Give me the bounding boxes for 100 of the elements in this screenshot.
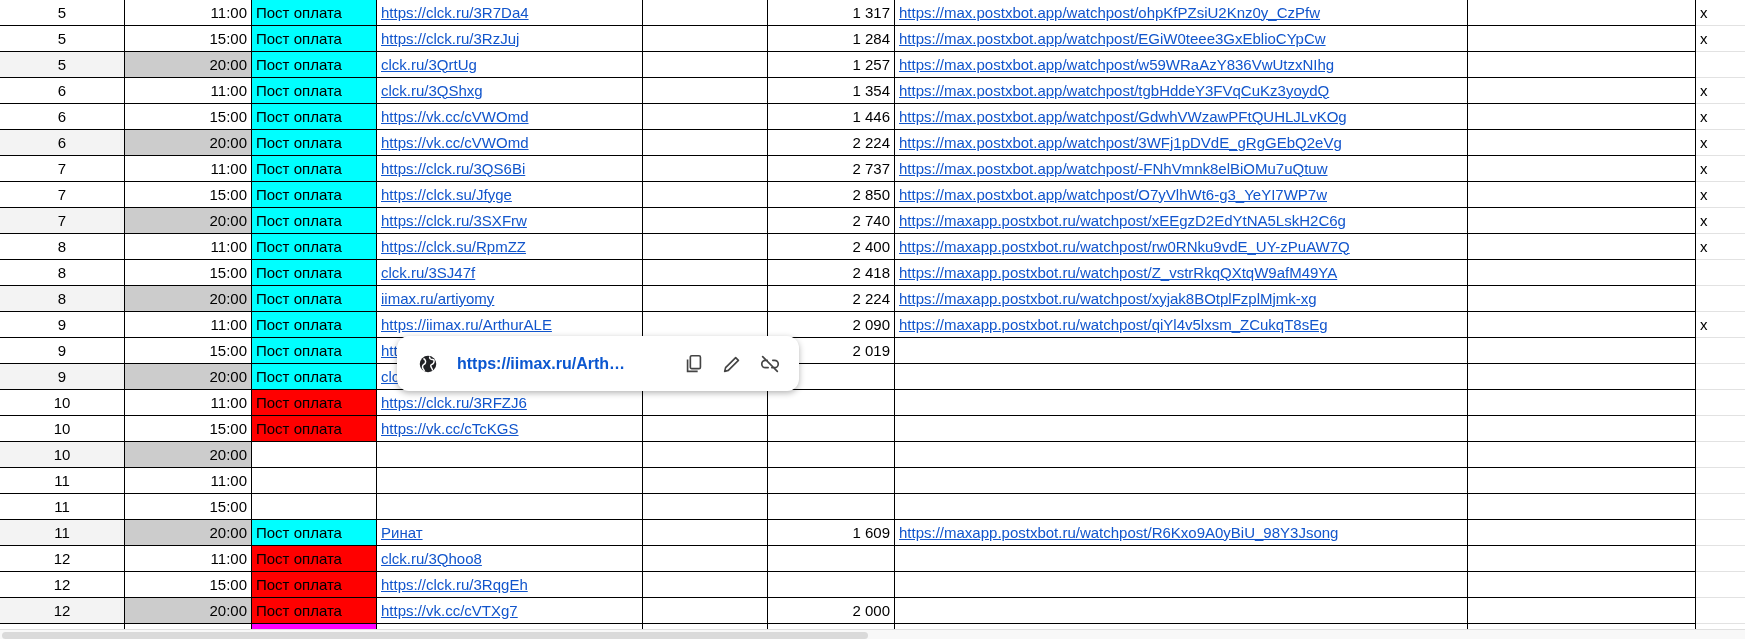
link[interactable]: https://max.postxbot.app/watchpost/tgbHddeY3FVqCuKz3yoydQ — [899, 78, 1330, 103]
status-cell: Пост оплата — [252, 312, 377, 338]
table-cell: 10 — [0, 442, 125, 468]
table-cell: 10 — [0, 390, 125, 416]
status-cell: Пост оплата — [252, 286, 377, 312]
table-cell: x — [1696, 104, 1745, 130]
table-cell: 2 737 — [768, 156, 895, 182]
link[interactable]: https://maxapp.postxbot.ru/watchpost/xyjak8BOtplFzplMjmk-xg — [899, 286, 1317, 311]
link[interactable]: clck.ru/3QrtUg — [381, 52, 477, 77]
horizontal-scrollbar[interactable] — [0, 629, 1745, 639]
table-cell: x — [1696, 208, 1745, 234]
link[interactable]: https://maxapp.postxbot.ru/watchpost/rw0RNku9vdE_UY-zPuAW7Q — [899, 234, 1350, 259]
link[interactable]: clck.ru/3QShxg — [381, 78, 483, 103]
table-cell: x — [1696, 0, 1745, 26]
table-cell: 20:00 — [125, 442, 252, 468]
link[interactable]: https://vk.cc/cVWOmd — [381, 104, 529, 129]
status-cell: Пост оплата — [252, 598, 377, 624]
table-cell: 1 284 — [768, 26, 895, 52]
table-cell: 6 — [0, 130, 125, 156]
table-cell: 2 850 — [768, 182, 895, 208]
table-cell: 20:00 — [125, 286, 252, 312]
link[interactable]: clc — [381, 364, 400, 389]
link[interactable]: https://clck.ru/3R7Da4 — [381, 0, 529, 25]
table-cell: 20:00 — [125, 598, 252, 624]
link[interactable]: https://vk.cc/cVTXg7 — [381, 598, 518, 623]
link[interactable]: https://max.postxbot.app/watchpost/w59WRaAzY836VwUtzxNIhg — [899, 52, 1335, 77]
table-cell: x — [1696, 130, 1745, 156]
table-cell: x — [1696, 234, 1745, 260]
link[interactable]: https://maxapp.postxbot.ru/watchpost/xEEgzD2EdYtNA5LskH2C6g — [899, 208, 1346, 233]
link[interactable]: https://max.postxbot.app/watchpost/ohpKfPZsiU2Knz0y_CzPfw — [899, 0, 1321, 25]
table-cell: 1 317 — [768, 0, 895, 26]
link[interactable]: https://clck.ru/3RFZJ6 — [381, 390, 527, 415]
link[interactable]: https://clck.ru/3RzJuj — [381, 26, 520, 51]
link[interactable]: https://max.postxbot.app/watchpost/O7yVlhWt6-g3_YeYI7WP7w — [899, 182, 1327, 207]
table-cell: 9 — [0, 312, 125, 338]
table-cell: 1 609 — [768, 520, 895, 546]
link[interactable]: https://clck.ru/3SXFrw — [381, 208, 527, 233]
table-cell: 5 — [0, 0, 125, 26]
link[interactable]: iimax.ru/artiyomy — [381, 286, 495, 311]
link[interactable]: Ринат — [381, 520, 423, 545]
status-cell: Пост оплата — [252, 156, 377, 182]
link[interactable]: https://max.postxbot.app/watchpost/-FNhVmnk8elBiOMu7uQtuw — [899, 156, 1328, 181]
table-cell: 7 — [0, 156, 125, 182]
status-cell: Пост оплата — [252, 130, 377, 156]
table-cell: 1 257 — [768, 52, 895, 78]
table-cell: x — [1696, 312, 1745, 338]
table-cell: x — [1696, 26, 1745, 52]
link[interactable]: https://max.postxbot.app/watchpost/GdwhVWzawPFtQUHLJLvKOg — [899, 104, 1347, 129]
link[interactable]: https://iimax.ru/ArthurALE — [381, 312, 552, 337]
status-cell: Пост оплата — [252, 416, 377, 442]
link[interactable]: https://maxapp.postxbot.ru/watchpost/Z_vstrRkqQXtqW9afM49YA — [899, 260, 1338, 285]
table-cell: 8 — [0, 286, 125, 312]
link[interactable]: clck.ru/3Qhoo8 — [381, 546, 482, 571]
table-cell: 2 000 — [768, 598, 895, 624]
link[interactable]: https://clck.su/RpmZZ — [381, 234, 527, 259]
popup-link[interactable]: https://iimax.ru/Arth… — [457, 354, 625, 373]
status-cell: Пост оплата — [252, 182, 377, 208]
link[interactable]: clck.ru/3SJ47f — [381, 260, 476, 285]
link[interactable]: https://vk.cc/cVWOmd — [381, 130, 529, 155]
link[interactable]: https://clck.su/Jfyge — [381, 182, 512, 207]
table-cell: x — [1696, 156, 1745, 182]
table-cell: 7 — [0, 208, 125, 234]
link[interactable]: https://max.postxbot.app/watchpost/EGiW0teee3GxEblioCYpCw — [899, 26, 1326, 51]
table-cell: 11 — [0, 468, 125, 494]
status-cell: Пост оплата — [252, 234, 377, 260]
status-cell: Пост оплата — [252, 390, 377, 416]
table-cell: 20:00 — [125, 364, 252, 390]
table-cell: 2 418 — [768, 260, 895, 286]
table-cell: 2 224 — [768, 130, 895, 156]
status-cell: Пост оплата — [252, 520, 377, 546]
link[interactable]: https://clck.ru/3RqgEh — [381, 572, 528, 597]
table-cell: 9 — [0, 364, 125, 390]
table-cell: 1 446 — [768, 104, 895, 130]
link[interactable]: https://clck.ru/3QS6Bi — [381, 156, 526, 181]
link[interactable]: https://maxapp.postxbot.ru/watchpost/qiYl4v5lxsm_ZCukqT8sEg — [899, 312, 1328, 337]
status-cell: Пост оплата — [252, 104, 377, 130]
table-cell: 20:00 — [125, 52, 252, 78]
table-cell: 11 — [0, 520, 125, 546]
status-cell: Пост оплата — [252, 364, 377, 390]
table-cell: 12 — [0, 546, 125, 572]
status-cell: Пост оплата — [252, 78, 377, 104]
status-cell: Пост оплата — [252, 260, 377, 286]
table-cell: 2 224 — [768, 286, 895, 312]
table-cell: 12 — [0, 598, 125, 624]
status-cell: Пост оплата — [252, 52, 377, 78]
table-cell: 2 400 — [768, 234, 895, 260]
status-cell: Пост оплата — [252, 208, 377, 234]
table-cell: 5 — [0, 52, 125, 78]
link[interactable]: https://maxapp.postxbot.ru/watchpost/R6Kxo9A0yBiU_98Y3Jsong — [899, 520, 1339, 545]
table-cell: 11:00 — [125, 468, 252, 494]
table-cell: 2 740 — [768, 208, 895, 234]
status-cell: Пост оплата — [252, 546, 377, 572]
status-cell: Пост оплата — [252, 26, 377, 52]
table-cell: x — [1696, 78, 1745, 104]
link[interactable]: htt — [381, 338, 398, 363]
link[interactable]: https://vk.cc/cTcKGS — [381, 416, 519, 441]
link[interactable]: https://max.postxbot.app/watchpost/3WFj1pDVdE_gRgGEbQ2eVg — [899, 130, 1342, 155]
table-cell: x — [1696, 182, 1745, 208]
status-cell: Пост оплата — [252, 572, 377, 598]
table-cell: 20:00 — [125, 208, 252, 234]
